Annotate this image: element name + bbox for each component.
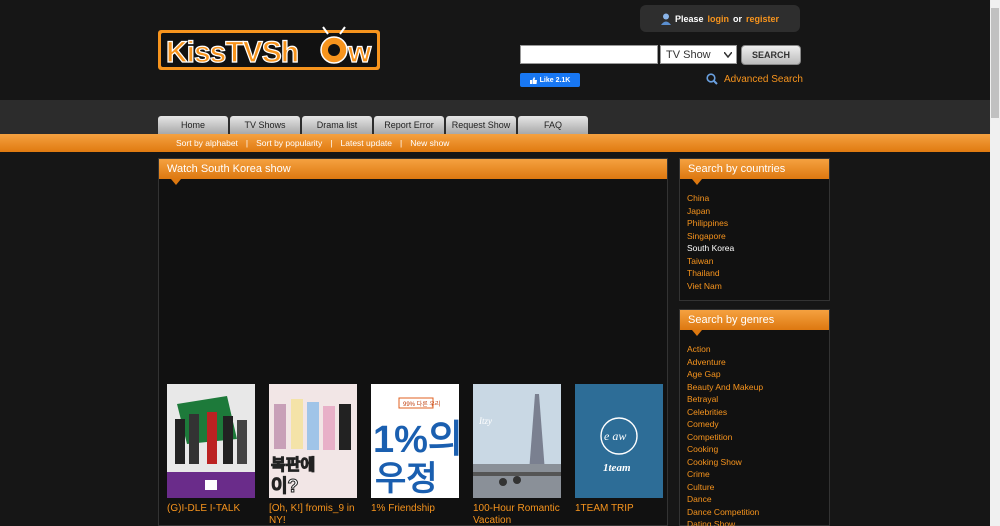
tab-request-show[interactable]: Request Show [446, 116, 516, 134]
show-card[interactable]: Itzy 100-Hour Romantic Vacation [473, 384, 561, 526]
advanced-search-link[interactable]: Advanced Search [706, 73, 803, 85]
show-title: 100-Hour Romantic Vacation [473, 503, 560, 526]
show-title: (G)I-DLE I-TALK [167, 503, 241, 514]
svg-text:e aw: e aw [604, 429, 626, 443]
login-link[interactable]: login [708, 14, 730, 24]
sub-nav: Sort by alphabet | Sort by popularity | … [0, 134, 990, 152]
login-prefix: Please [674, 13, 704, 24]
svg-text:w: w [347, 36, 372, 69]
country-link-singapore[interactable]: Singapore [687, 231, 829, 244]
genre-link-comedy[interactable]: Comedy [687, 419, 829, 432]
countries-panel: Search by countries China Japan Philippine… [679, 158, 830, 301]
show-title: 1% Friendship [371, 503, 435, 514]
sort-alphabet-link[interactable]: Sort by alphabet [176, 138, 238, 148]
magnifier-icon [706, 73, 718, 85]
category-select-value: TV Show [666, 48, 711, 61]
country-link-thailand[interactable]: Thailand [687, 268, 829, 281]
category-select[interactable]: TV Show [660, 45, 737, 64]
genres-title: Search by genres [680, 310, 829, 336]
genre-link-cooking-show[interactable]: Cooking Show [687, 457, 829, 470]
chevron-down-icon [724, 51, 732, 58]
latest-update-link[interactable]: Latest update [341, 138, 393, 148]
girls-photo-thumbnail[interactable]: 복판에 이? [269, 384, 357, 498]
country-link-south-korea[interactable]: South Korea [687, 243, 829, 256]
country-link-japan[interactable]: Japan [687, 206, 829, 219]
show-card[interactable]: 99% 다른 우리 1%의 우정 1% Friendship [371, 384, 459, 526]
show-card[interactable]: e aw 1team 1TEAM TRIP [575, 384, 663, 526]
genre-link-adventure[interactable]: Adventure [687, 357, 829, 370]
genre-link-dance[interactable]: Dance [687, 494, 829, 507]
country-link-china[interactable]: China [687, 193, 829, 206]
genre-list: Action Adventure Age Gap Beauty And Makeup B… [680, 330, 829, 526]
genre-link-cooking[interactable]: Cooking [687, 444, 829, 457]
svg-text:1team: 1team [603, 462, 631, 474]
svg-text:KissTVSh: KissTVSh [166, 36, 298, 69]
register-link[interactable]: register [746, 14, 779, 24]
genre-link-betrayal[interactable]: Betrayal [687, 394, 829, 407]
genre-link-dance-competition[interactable]: Dance Competition [687, 507, 829, 520]
1-percent-poster-thumbnail[interactable]: 99% 다른 우리 1%의 우정 [371, 384, 459, 498]
new-show-link[interactable]: New show [410, 138, 449, 148]
genres-panel: Search by genres Action Adventure Age Gap B… [679, 309, 830, 526]
show-title: 1TEAM TRIP [575, 503, 634, 514]
country-link-philippines[interactable]: Philippines [687, 218, 829, 231]
group-photo-thumbnail[interactable] [167, 384, 255, 498]
divider: | [330, 138, 333, 148]
svg-text:1%의: 1%의 [373, 419, 459, 461]
divider: | [400, 138, 403, 148]
show-card[interactable]: 복판에 이? [Oh, K!] fromis_9 in NY! [269, 384, 357, 526]
facebook-like-button[interactable]: Like 2.1K [520, 73, 580, 87]
tab-drama-list[interactable]: Drama list [302, 116, 372, 134]
eiffel-tower-thumbnail[interactable]: Itzy [473, 384, 561, 498]
show-list-panel: Watch South Korea show (G)I-DLE I-TALK 복… [158, 158, 668, 526]
genre-link-crime[interactable]: Crime [687, 469, 829, 482]
svg-text:Itzy: Itzy [478, 416, 492, 426]
search-input[interactable] [520, 45, 658, 64]
genre-link-competition[interactable]: Competition [687, 432, 829, 445]
tab-home[interactable]: Home [158, 116, 228, 134]
scrollbar-thumb[interactable] [991, 8, 999, 118]
search-button[interactable]: SEARCH [741, 45, 801, 65]
panel-title: Watch South Korea show [159, 159, 667, 185]
facebook-like-label: Like 2.1K [539, 76, 571, 84]
login-or: or [733, 13, 742, 24]
country-link-taiwan[interactable]: Taiwan [687, 256, 829, 269]
country-list: China Japan Philippines Singapore South Kore… [680, 179, 829, 297]
show-title: [Oh, K!] fromis_9 in NY! [269, 503, 355, 526]
tab-tv-shows[interactable]: TV Shows [230, 116, 300, 134]
svg-text:우정: 우정 [375, 460, 438, 498]
svg-text:99% 다른 우리: 99% 다른 우리 [403, 400, 440, 408]
page-scrollbar[interactable] [990, 0, 1000, 526]
divider: | [245, 138, 249, 148]
show-card[interactable]: (G)I-DLE I-TALK [167, 384, 255, 526]
nav-tabs: Home TV Shows Drama list Report Error Re… [158, 116, 588, 134]
1team-logo-thumbnail[interactable]: e aw 1team [575, 384, 663, 498]
genre-link-age-gap[interactable]: Age Gap [687, 369, 829, 382]
genre-link-beauty-and-makeup[interactable]: Beauty And Makeup [687, 382, 829, 395]
user-icon [660, 13, 671, 25]
genre-link-action[interactable]: Action [687, 344, 829, 357]
tab-report-error[interactable]: Report Error [374, 116, 444, 134]
main-nav: Home TV Shows Drama list Report Error Re… [0, 100, 990, 134]
show-grid: (G)I-DLE I-TALK 복판에 이? [Oh, K!] fromis_9… [167, 384, 663, 526]
site-logo[interactable]: KissTVSh w [158, 24, 380, 72]
country-link-viet-nam[interactable]: Viet Nam [687, 281, 829, 294]
site-header: KissTVSh w Please login or register TV S… [0, 0, 990, 100]
genre-link-celebrities[interactable]: Celebrities [687, 407, 829, 420]
thumbs-up-icon [529, 76, 537, 84]
login-box: Please login or register [640, 5, 800, 32]
genre-link-culture[interactable]: Culture [687, 482, 829, 495]
sort-popularity-link[interactable]: Sort by popularity [256, 138, 322, 148]
svg-text:이?: 이? [271, 476, 299, 496]
countries-title: Search by countries [680, 159, 829, 185]
advanced-search-label: Advanced Search [724, 73, 803, 85]
svg-text:복판에: 복판에 [271, 456, 315, 474]
genre-link-dating-show[interactable]: Dating Show [687, 519, 829, 526]
tab-faq[interactable]: FAQ [518, 116, 588, 134]
